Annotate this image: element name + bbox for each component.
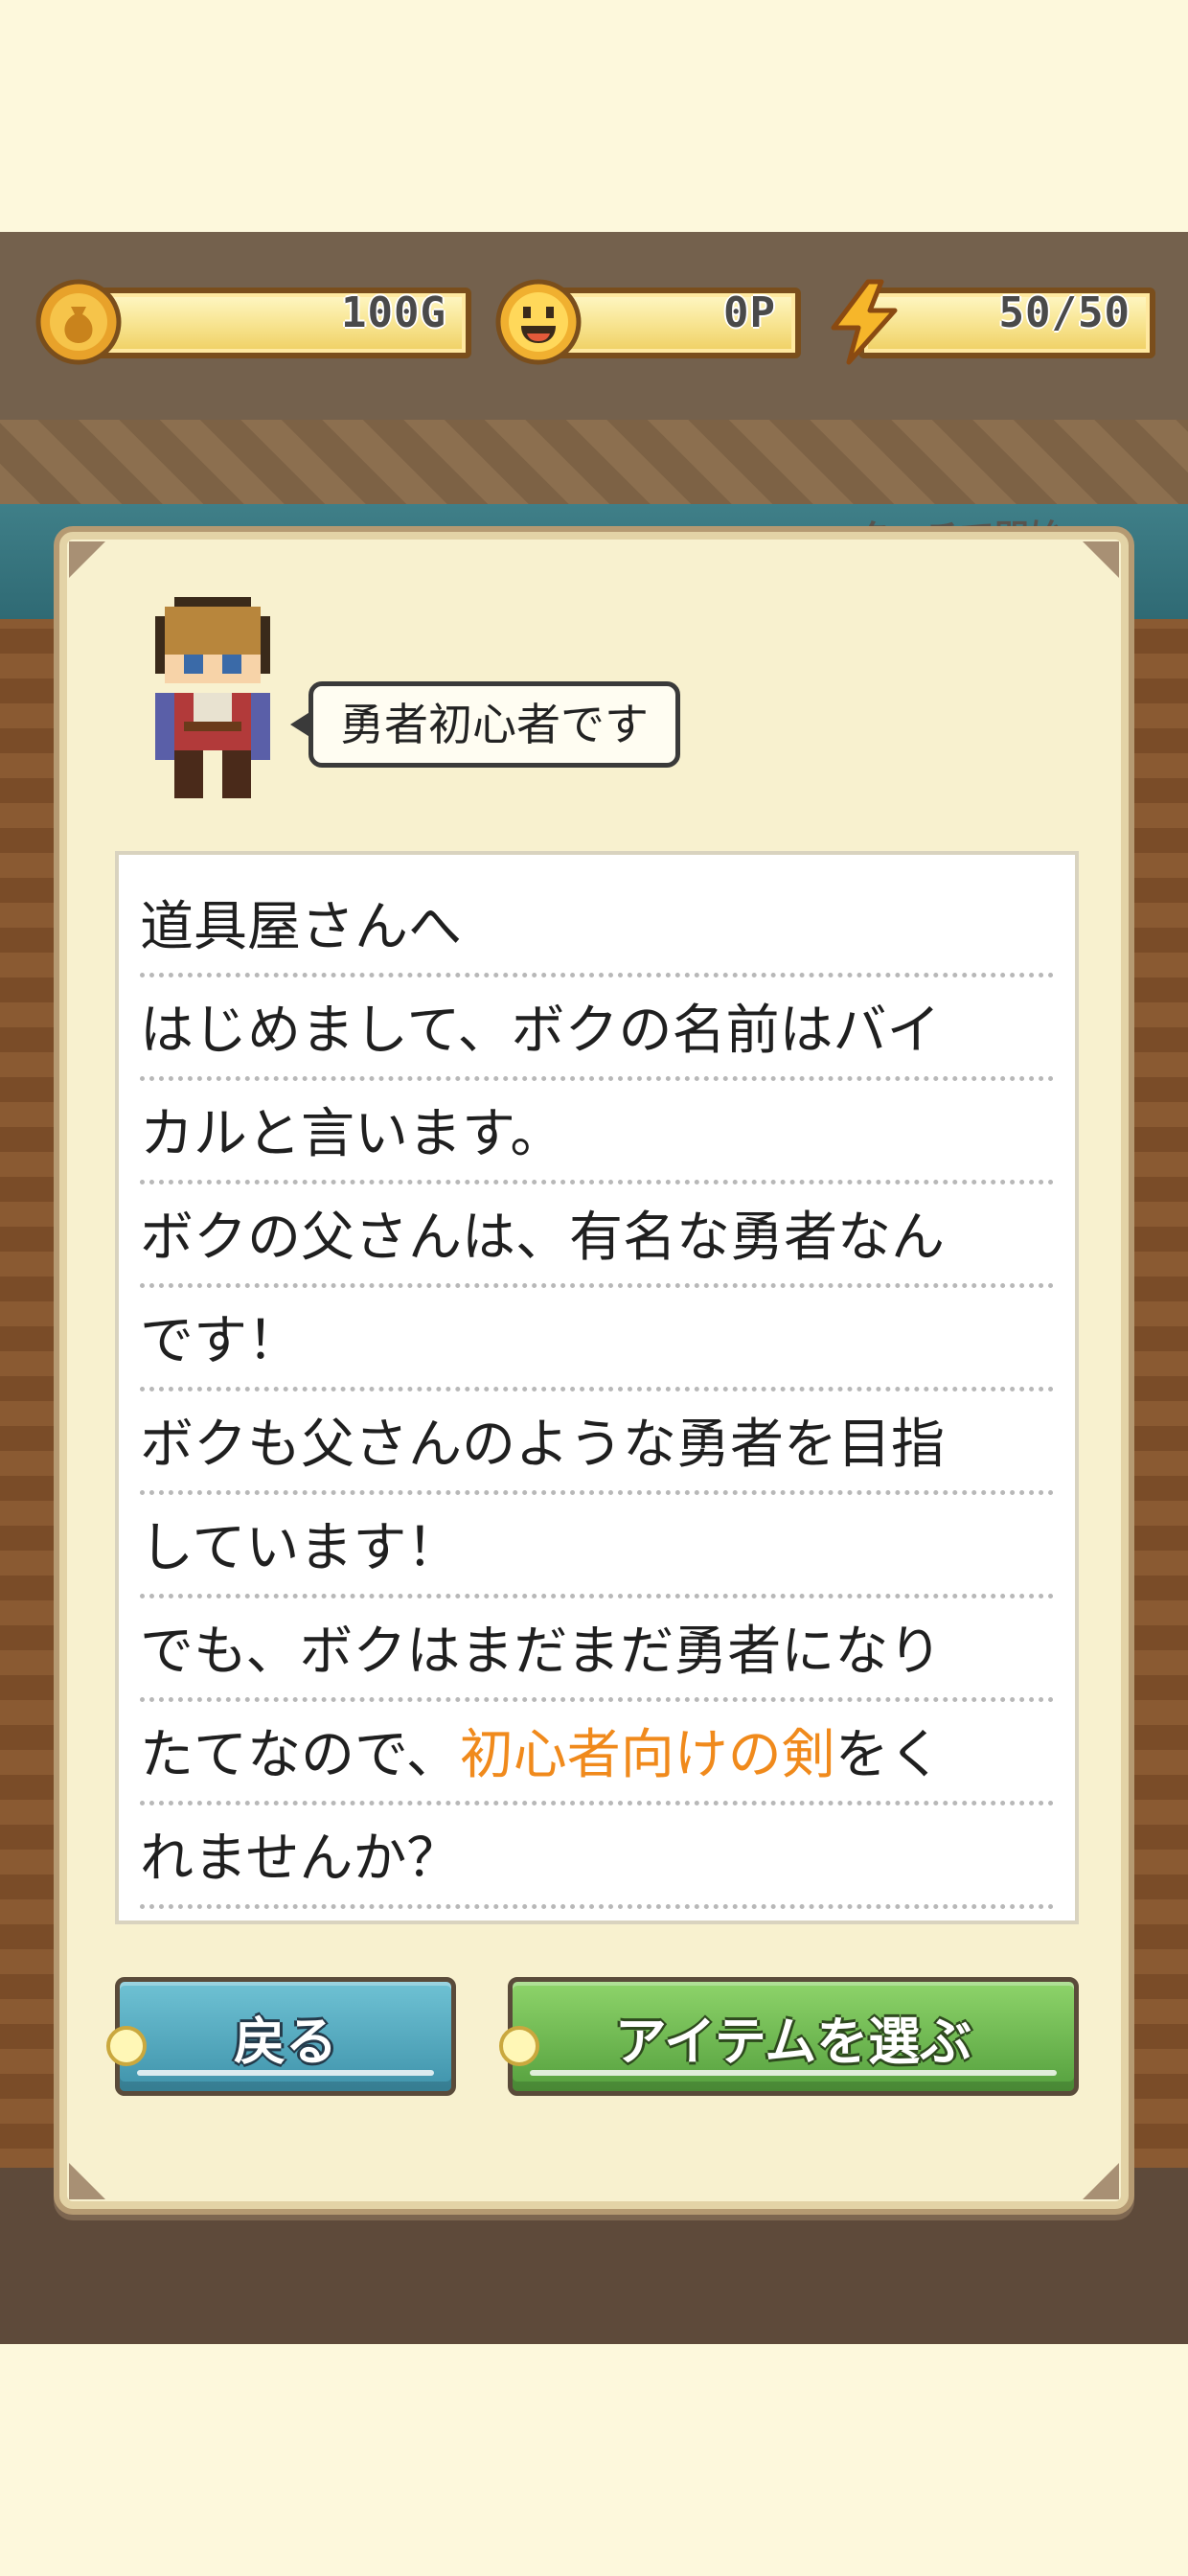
gold-coin-icon <box>35 279 122 365</box>
letter-line: たてなので、初心者向けの剣をく <box>140 1702 1054 1806</box>
points-counter: 0P <box>494 278 801 366</box>
letter-line: はじめまして、ボクの名前はバイ <box>140 978 1054 1081</box>
button-plug-icon <box>499 2026 539 2066</box>
letter-line: カルと言います。 <box>140 1081 1054 1184</box>
select-item-button-label: アイテムを選ぶ <box>614 2011 972 2072</box>
gold-counter: 100G <box>34 278 471 366</box>
customer-speech-bubble: 勇者初心者です <box>290 681 680 768</box>
back-button[interactable]: 戻る <box>106 1977 456 2096</box>
points-value: 0P <box>723 288 776 337</box>
letter-line: です！ <box>140 1288 1054 1392</box>
requested-item-highlight: 初心者向けの剣 <box>459 1724 835 1786</box>
letter-line: ボクも父さんのような勇者を目指 <box>140 1392 1054 1495</box>
letter-line: ボクの父さんは、有名な勇者なん <box>140 1184 1054 1288</box>
customer-request-dialog: 勇者初心者です 道具屋さんへ はじめまして、ボクの名前はバイ カルと言います。 … <box>59 532 1129 2209</box>
stamina-value: 50/50 <box>998 288 1131 337</box>
button-plug-icon <box>106 2026 147 2066</box>
top-hud: 100G 0P 50/50 <box>0 232 1188 420</box>
select-item-button[interactable]: アイテムを選ぶ <box>499 1977 1079 2096</box>
customer-title: 勇者初心者です <box>340 699 649 750</box>
stamina-counter: 50/50 <box>820 278 1155 366</box>
wall-pattern <box>0 420 1188 504</box>
lightning-icon <box>831 279 898 365</box>
request-letter: 道具屋さんへ はじめまして、ボクの名前はバイ カルと言います。 ボクの父さんは、… <box>115 851 1079 1924</box>
letter-line: しています！ <box>140 1495 1054 1598</box>
smiley-coin-icon <box>495 279 582 365</box>
letter-line: れませんか？ <box>140 1806 1054 1909</box>
hero-character-sprite <box>155 597 270 798</box>
gold-value: 100G <box>341 288 446 337</box>
back-button-label: 戻る <box>234 2011 337 2072</box>
letter-line: でも、ボクはまだまだ勇者になり <box>140 1598 1054 1702</box>
letter-line: 道具屋さんへ <box>140 874 1054 978</box>
